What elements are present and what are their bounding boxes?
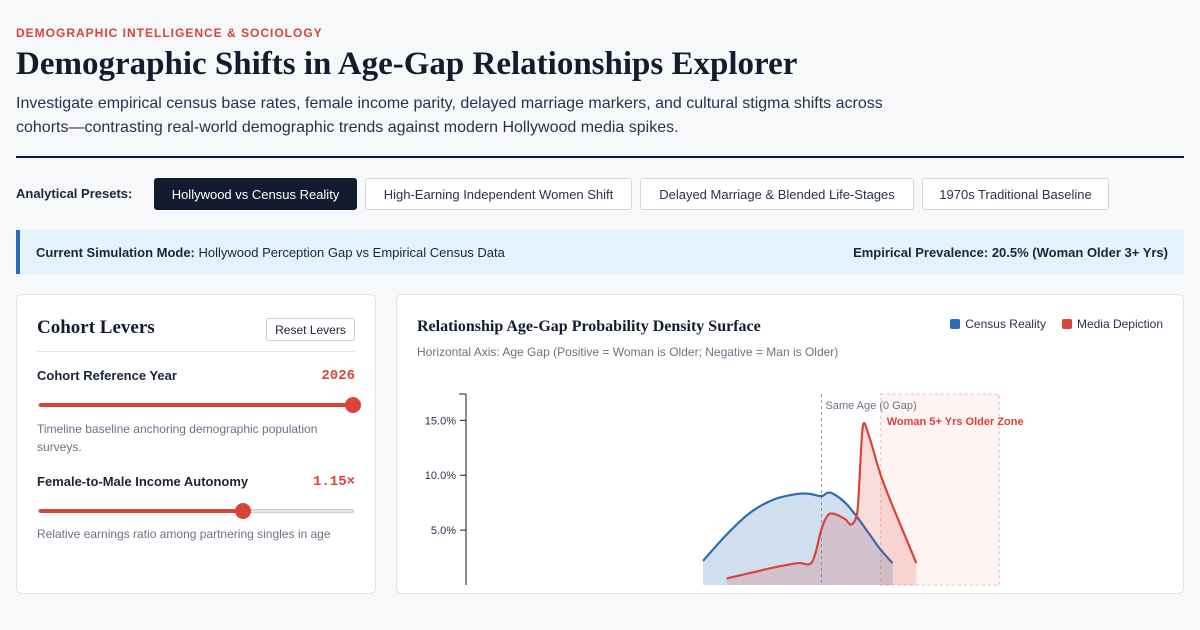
reference-year-slider[interactable] <box>38 397 361 413</box>
preset-1970s-baseline[interactable]: 1970s Traditional Baseline <box>922 178 1109 210</box>
lever-label-reference-year: Cohort Reference Year <box>37 368 177 383</box>
preset-hollywood-vs-census[interactable]: Hollywood vs Census Reality <box>154 178 357 210</box>
preset-high-earning-women[interactable]: High-Earning Independent Women Shift <box>365 178 632 210</box>
legend-label-census: Census Reality <box>965 317 1046 331</box>
slider-fill <box>39 509 244 513</box>
header-divider <box>16 156 1184 158</box>
y-tick-label: 10.0% <box>425 470 456 482</box>
chart-title: Relationship Age-Gap Probability Density… <box>417 318 761 335</box>
lever-desc-reference-year: Timeline baseline anchoring demographic … <box>37 422 318 454</box>
page-subtitle: Investigate empirical census base rates,… <box>16 95 883 136</box>
lever-label-income-autonomy: Female-to-Male Income Autonomy <box>37 474 249 489</box>
simulation-mode-label: Current Simulation Mode: <box>36 244 195 260</box>
same-age-label: Same Age (0 Gap) <box>826 400 917 412</box>
simulation-mode-value: Hollywood Perception Gap vs Empirical Ce… <box>198 244 505 260</box>
legend-swatch-media <box>1061 319 1072 329</box>
preset-delayed-marriage[interactable]: Delayed Marriage & Blended Life-Stages <box>640 178 914 210</box>
chart-panel: Woman 5+ Yrs Older Zone Same Age (0 Gap) 5… <box>396 294 1184 594</box>
eyebrow: DEMOGRAPHIC INTELLIGENCE & SOCIOLOGY <box>16 26 323 40</box>
chart-subtitle: Horizontal Axis: Age Gap (Positive = Wom… <box>417 345 839 359</box>
legend-item-media[interactable]: Media Depiction <box>1061 317 1163 331</box>
slider-knob[interactable] <box>345 397 361 413</box>
simulation-mode: Current Simulation Mode: Hollywood Perce… <box>36 245 505 260</box>
slider-knob[interactable] <box>235 503 252 519</box>
empirical-prevalence: Empirical Prevalence: 20.5% (Woman Older… <box>853 244 1168 260</box>
legend-swatch-census <box>950 319 961 329</box>
legend-item-census[interactable]: Census Reality <box>950 317 1046 331</box>
presets-label: Analytical Presets: <box>16 186 133 201</box>
lever-value-income-autonomy: 1.15× <box>312 474 355 490</box>
density-chart: Woman 5+ Yrs Older Zone Same Age (0 Gap) 5… <box>425 393 1024 586</box>
income-autonomy-slider[interactable] <box>38 503 354 519</box>
chart-legend: Census Reality Media Depiction <box>950 317 1163 331</box>
slider-fill <box>39 403 353 407</box>
levers-title: Cohort Levers <box>37 317 155 338</box>
legend-label-media: Media Depiction <box>1076 317 1163 331</box>
lever-desc-income-autonomy: Relative earnings ratio among partnering… <box>37 527 331 541</box>
levers-divider <box>37 351 355 352</box>
y-tick-label: 5.0% <box>431 525 456 537</box>
simulation-mode-bar: Current Simulation Mode: Hollywood Perce… <box>16 230 1184 274</box>
cohort-levers-panel: Cohort Levers Reset Levers Cohort Refere… <box>16 294 376 594</box>
page-title: Demographic Shifts in Age-Gap Relationsh… <box>16 46 798 82</box>
lever-value-reference-year: 2026 <box>321 368 355 384</box>
older-zone-label: Woman 5+ Yrs Older Zone <box>887 416 1024 428</box>
reset-levers-button[interactable]: Reset Levers <box>266 318 355 341</box>
y-tick-label: 15.0% <box>425 415 456 427</box>
